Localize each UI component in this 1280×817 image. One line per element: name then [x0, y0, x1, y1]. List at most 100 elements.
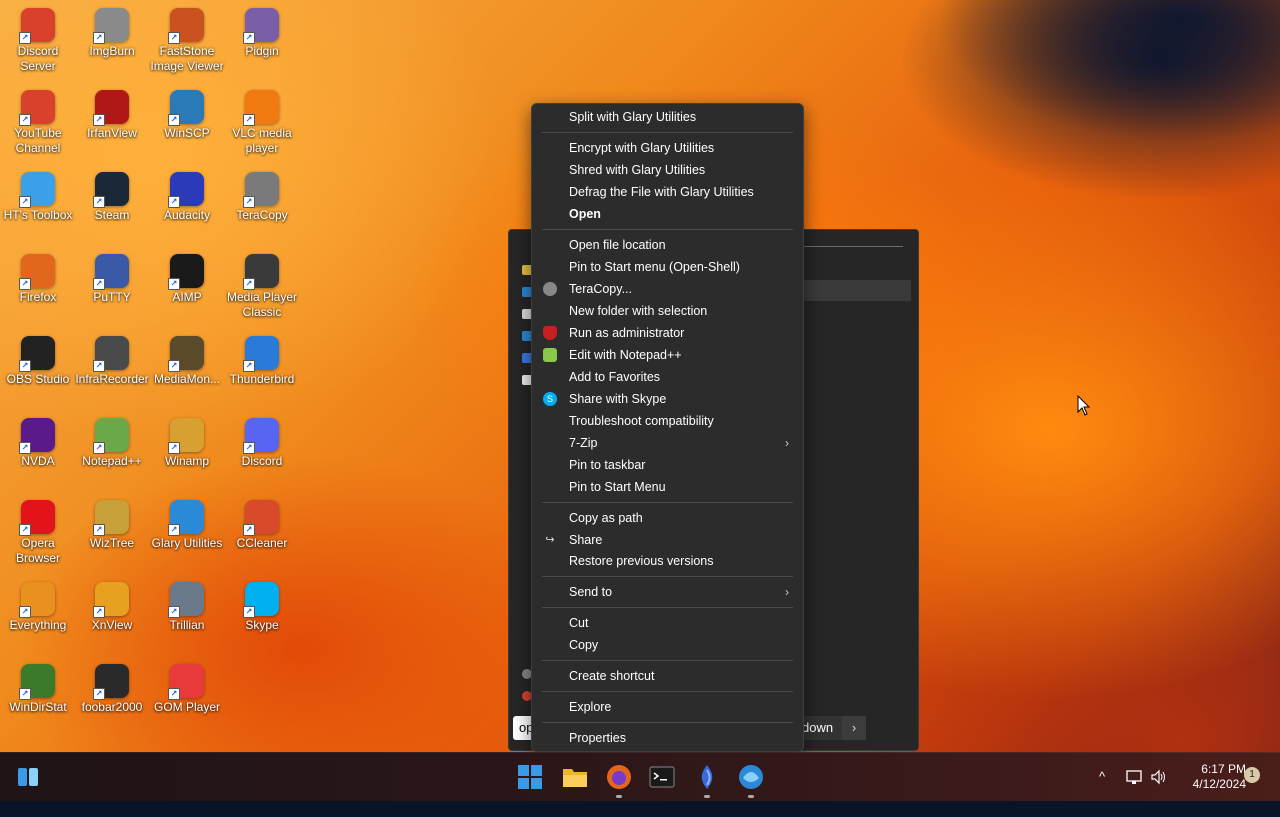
desktop-icon[interactable]: ↗ Steam	[74, 172, 150, 223]
clock-date: 4/12/2024	[1192, 777, 1246, 791]
desktop-icon[interactable]: ↗ Pidgin	[224, 8, 300, 59]
notification-badge[interactable]: 1	[1244, 767, 1260, 783]
menu-item-troubleshoot[interactable]: Troubleshoot compatibility	[536, 410, 799, 432]
menu-item-pin-taskbar[interactable]: Pin to taskbar	[536, 454, 799, 476]
vlc-icon: ↗	[243, 90, 279, 126]
desktop-icon[interactable]: ↗ VLC media player	[224, 90, 300, 156]
desktop-icon[interactable]: ↗ MediaMon...	[149, 336, 225, 387]
desktop-icon[interactable]: ↗ HT's Toolbox	[0, 172, 76, 223]
menu-item-share[interactable]: ↪ Share	[536, 529, 799, 551]
menu-item-defrag-glary[interactable]: Defrag the File with Glary Utilities	[536, 181, 799, 203]
file-explorer-button[interactable]	[561, 763, 589, 791]
menu-item-create-shortcut[interactable]: Create shortcut	[536, 665, 799, 687]
desktop-icon[interactable]: ↗ Winamp	[149, 418, 225, 469]
glary-taskbar-button[interactable]	[737, 763, 765, 791]
menu-item-copy-as-path[interactable]: Copy as path	[536, 507, 799, 529]
desktop-icon[interactable]: ↗ FastStone Image Viewer	[149, 8, 225, 74]
desktop-icon[interactable]: ↗ YouTube Channel	[0, 90, 76, 156]
notepadpp-icon	[543, 348, 557, 362]
everything-icon: ↗	[19, 582, 55, 618]
menu-item-label: Troubleshoot compatibility	[569, 414, 714, 428]
desktop-icon[interactable]: ↗ WizTree	[74, 500, 150, 551]
notepadpp-icon: ↗	[93, 418, 129, 454]
app-taskbar-button[interactable]	[693, 763, 721, 791]
desktop-icon-label: Trillian	[169, 618, 205, 632]
desktop-icon[interactable]: ↗ NVDA	[0, 418, 76, 469]
shortcut-arrow-icon: ↗	[93, 114, 105, 126]
menu-item-shred-glary[interactable]: Shred with Glary Utilities	[536, 159, 799, 181]
desktop-icon[interactable]: ↗ Glary Utilities	[149, 500, 225, 551]
menu-item-pin-start-openshell[interactable]: Pin to Start menu (Open-Shell)	[536, 256, 799, 278]
desktop-icon[interactable]: ↗ Skype	[224, 582, 300, 633]
shortcut-arrow-icon: ↗	[19, 114, 31, 126]
tray-overflow-chevron-icon[interactable]: ^	[1099, 769, 1105, 817]
running-indicator	[704, 795, 710, 798]
windows-logo-icon	[518, 765, 542, 789]
menu-item-encrypt-glary[interactable]: Encrypt with Glary Utilities	[536, 137, 799, 159]
desktop-icon[interactable]: ↗ WinDirStat	[0, 664, 76, 715]
desktop-icon[interactable]: ↗ CCleaner	[224, 500, 300, 551]
menu-item-cut[interactable]: Cut	[536, 612, 799, 634]
menu-item-label: Share	[569, 533, 603, 547]
desktop-icon[interactable]: ↗ Opera Browser	[0, 500, 76, 566]
start-menu-highlighted-row[interactable]	[803, 280, 911, 301]
shortcut-arrow-icon: ↗	[93, 688, 105, 700]
desktop-icon[interactable]: ↗ WinSCP	[149, 90, 225, 141]
menu-item-send-to[interactable]: Send to ›	[536, 581, 799, 603]
menu-item-add-favorites[interactable]: Add to Favorites	[536, 366, 799, 388]
menu-item-run-as-admin[interactable]: Run as administrator	[536, 322, 799, 344]
desktop-icon-label: Notepad++	[82, 454, 142, 468]
menu-item-7zip[interactable]: 7-Zip ›	[536, 432, 799, 454]
start-button[interactable]	[516, 763, 544, 791]
desktop-icon[interactable]: ↗ Firefox	[0, 254, 76, 305]
menu-item-edit-notepadpp[interactable]: Edit with Notepad++	[536, 344, 799, 366]
desktop-icon[interactable]: ↗ Notepad++	[74, 418, 150, 469]
desktop-icon[interactable]: ↗ XnView	[74, 582, 150, 633]
widgets-button[interactable]	[14, 763, 42, 791]
menu-item-open[interactable]: Open	[536, 203, 799, 225]
desktop-icon[interactable]: ↗ Media Player Classic	[224, 254, 300, 320]
network-icon[interactable]	[1125, 768, 1143, 786]
terminal-taskbar-button[interactable]	[648, 763, 676, 791]
desktop-icon[interactable]: ↗ OBS Studio	[0, 336, 76, 387]
shortcut-arrow-icon: ↗	[243, 196, 255, 208]
volume-icon[interactable]	[1150, 768, 1168, 786]
desktop-icon[interactable]: ↗ Audacity	[149, 172, 225, 223]
desktop-icon[interactable]: ↗ Trillian	[149, 582, 225, 633]
wiztree-icon: ↗	[93, 500, 129, 536]
desktop-icon[interactable]: ↗ Thunderbird	[224, 336, 300, 387]
menu-item-restore-versions[interactable]: Restore previous versions	[536, 550, 799, 572]
menu-item-pin-start-menu[interactable]: Pin to Start Menu	[536, 476, 799, 498]
menu-item-copy[interactable]: Copy	[536, 634, 799, 656]
clock[interactable]: 6:17 PM 4/12/2024	[1174, 762, 1246, 792]
firefox-taskbar-button[interactable]	[605, 763, 633, 791]
menu-item-split-glary[interactable]: Split with Glary Utilities	[536, 106, 799, 128]
desktop-icon[interactable]: ↗ TeraCopy	[224, 172, 300, 223]
shutdown-button[interactable]: down ›	[802, 716, 866, 740]
desktop-icon[interactable]: ↗ Discord	[224, 418, 300, 469]
shutdown-chevron-icon[interactable]: ›	[842, 716, 866, 740]
menu-item-teracopy[interactable]: TeraCopy...	[536, 278, 799, 300]
desktop-icon[interactable]: ↗ PuTTY	[74, 254, 150, 305]
desktop-icon-label: OBS Studio	[6, 372, 70, 386]
menu-item-properties[interactable]: Properties	[536, 727, 799, 749]
menu-item-open-file-location[interactable]: Open file location	[536, 234, 799, 256]
desktop-icon[interactable]: ↗ Discord Server	[0, 8, 76, 74]
desktop-icon[interactable]: ↗ GOM Player	[149, 664, 225, 715]
menu-item-share-skype[interactable]: S Share with Skype	[536, 388, 799, 410]
desktop-icon[interactable]: ↗ Everything	[0, 582, 76, 633]
desktop-icon[interactable]: ↗ InfraRecorder	[74, 336, 150, 387]
menu-item-label: Run as administrator	[569, 326, 685, 340]
menu-item-new-folder-selection[interactable]: New folder with selection	[536, 300, 799, 322]
nvda-icon: ↗	[19, 418, 55, 454]
menu-item-explore[interactable]: Explore	[536, 696, 799, 718]
desktop-icon[interactable]: ↗ AIMP	[149, 254, 225, 305]
menu-item-label: Send to	[569, 585, 613, 599]
folder-icon	[563, 769, 587, 787]
desktop-icon[interactable]: ↗ foobar2000	[74, 664, 150, 715]
shutdown-label: down	[802, 720, 834, 735]
desktop-icon-label: GOM Player	[153, 700, 220, 714]
winscp-icon: ↗	[168, 90, 204, 126]
desktop-icon[interactable]: ↗ ImgBurn	[74, 8, 150, 59]
desktop-icon[interactable]: ↗ IrfanView	[74, 90, 150, 141]
